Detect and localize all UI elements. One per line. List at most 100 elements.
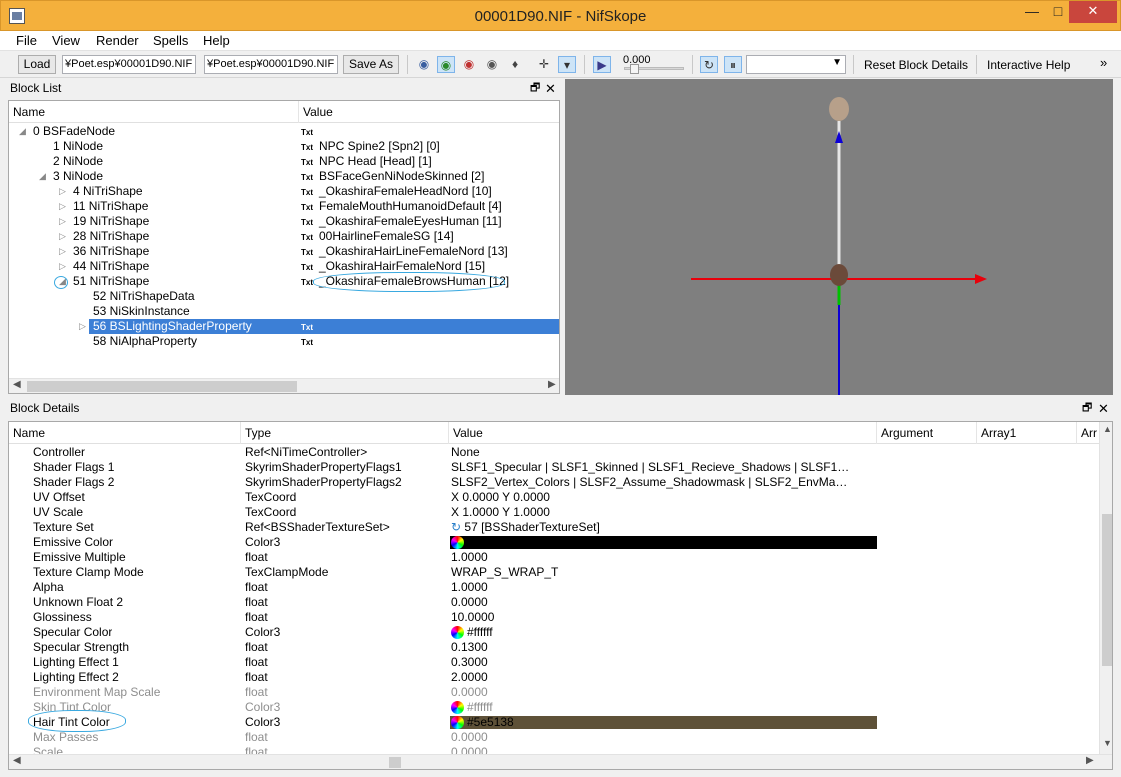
close-icon[interactable]: ✕ (1098, 399, 1109, 418)
detail-row[interactable]: Specular Strength float 0.1300 (9, 640, 1099, 655)
color-wheel-icon[interactable] (451, 536, 464, 549)
collapsed-arrow-icon[interactable]: ▷ (59, 214, 66, 229)
color-wheel-icon[interactable] (451, 716, 464, 729)
detail-value[interactable]: X 1.0000 Y 1.0000 (451, 505, 877, 520)
vertical-scrollbar[interactable]: ▲ ▼ (1099, 422, 1112, 754)
detail-row[interactable]: Skin Tint Color Color3 #ffffff (9, 700, 1099, 715)
detail-value[interactable]: 0.0000 (451, 595, 877, 610)
detail-row[interactable]: Texture Set Ref<BSShaderTextureSet> ↻ 57 [… (9, 520, 1099, 535)
interactive-help-button[interactable]: Interactive Help (987, 58, 1070, 72)
animation-select[interactable]: ▼ (746, 55, 846, 74)
scroll-left-icon[interactable]: ◀ (13, 755, 21, 766)
menu-help[interactable]: Help (203, 33, 230, 48)
detail-value[interactable]: 1.0000 (451, 550, 877, 565)
save-path-field[interactable]: ¥Poet.esp¥00001D90.NIF (204, 55, 338, 74)
detail-value[interactable] (451, 535, 877, 550)
horizontal-scrollbar[interactable]: ◀ ▶ (9, 754, 1112, 769)
tree-row[interactable]: ▷ 28 NiTriShape Txt 00HairlineFemaleSG [14] (9, 229, 559, 244)
detail-value[interactable]: 10.0000 (451, 610, 877, 625)
eye-gray-icon[interactable]: ◉ (483, 56, 501, 73)
detail-value[interactable]: 1.0000 (451, 580, 877, 595)
scroll-left-icon[interactable]: ◀ (13, 379, 21, 390)
collapsed-arrow-icon[interactable]: ▷ (59, 199, 66, 214)
column-array1[interactable]: Array1 (977, 422, 1077, 444)
footprint-icon[interactable]: ♦ (506, 56, 524, 73)
collapsed-arrow-icon[interactable]: ▷ (59, 229, 66, 244)
detail-row[interactable]: Hair Tint Color Color3 #5e5138 (9, 715, 1099, 730)
tree-row[interactable]: ▷ 44 NiTriShape Txt _OkashiraHairFemaleNord… (9, 259, 559, 274)
eye-blue-icon[interactable]: ◉ (415, 56, 433, 73)
collapsed-arrow-icon[interactable]: ▷ (59, 244, 66, 259)
tree-row[interactable]: ▷ 56 BSLightingShaderProperty Txt (79, 319, 559, 334)
menu-file[interactable]: File (16, 33, 37, 48)
scrollbar-thumb[interactable] (27, 381, 297, 392)
scrollbar-thumb[interactable] (1102, 514, 1112, 666)
detail-value[interactable]: #5e5138 (451, 715, 877, 730)
column-argument[interactable]: Argument (877, 422, 977, 444)
scroll-down-icon[interactable]: ▼ (1103, 738, 1112, 748)
eye-green-icon[interactable]: ◉ (437, 56, 455, 73)
link-icon[interactable]: ↻ (451, 520, 464, 534)
tree-row[interactable]: 1 NiNode Txt NPC Spine2 [Spn2] [0] (9, 139, 559, 154)
dropdown-view-icon[interactable]: ▾ (558, 56, 576, 73)
close-icon[interactable]: ✕ (545, 79, 556, 98)
render-viewport[interactable] (565, 79, 1113, 395)
detail-row[interactable]: Max Passes float 0.0000 (9, 730, 1099, 745)
column-arr[interactable]: Arr (1077, 422, 1099, 444)
detail-value[interactable]: SLSF2_Vertex_Colors | SLSF2_Assume_Shado… (451, 475, 877, 490)
scroll-right-icon[interactable]: ▶ (548, 379, 556, 390)
menu-spells[interactable]: Spells (153, 33, 188, 48)
detail-row[interactable]: Texture Clamp Mode TexClampMode WRAP_S_WRA… (9, 565, 1099, 580)
color-wheel-icon[interactable] (451, 701, 464, 714)
detail-row[interactable]: Environment Map Scale float 0.0000 (9, 685, 1099, 700)
column-name[interactable]: Name (9, 101, 299, 123)
toolbar-more-button[interactable]: » (1100, 55, 1107, 70)
tree-row[interactable]: ▷ 11 NiTriShape Txt FemaleMouthHumanoidDefa… (9, 199, 559, 214)
menu-render[interactable]: Render (96, 33, 139, 48)
loop-icon[interactable]: ↻ (700, 56, 718, 73)
detail-row[interactable]: Glossiness float 10.0000 (9, 610, 1099, 625)
maximize-button[interactable]: □ (1045, 1, 1071, 23)
menu-view[interactable]: View (52, 33, 80, 48)
scroll-up-icon[interactable]: ▲ (1103, 424, 1112, 434)
tree-row[interactable]: 53 NiSkinInstance (9, 304, 559, 319)
minimize-button[interactable]: — (1019, 1, 1045, 23)
tree-row[interactable]: ▷ 4 NiTriShape Txt _OkashiraFemaleHeadNord … (9, 184, 559, 199)
column-value[interactable]: Value (299, 101, 559, 123)
save-as-button[interactable]: Save As (343, 55, 399, 74)
detail-row[interactable]: Alpha float 1.0000 (9, 580, 1099, 595)
detail-row[interactable]: Shader Flags 2 SkyrimShaderPropertyFlags2… (9, 475, 1099, 490)
detail-row[interactable]: Specular Color Color3 #ffffff (9, 625, 1099, 640)
detail-row[interactable]: Lighting Effect 2 float 2.0000 (9, 670, 1099, 685)
tree-row[interactable]: 58 NiAlphaProperty Txt (9, 334, 559, 349)
eye-red-icon[interactable]: ◉ (460, 56, 478, 73)
tree-row[interactable]: 2 NiNode Txt NPC Head [Head] [1] (9, 154, 559, 169)
column-name[interactable]: Name (9, 422, 241, 444)
column-value[interactable]: Value (449, 422, 877, 444)
load-path-field[interactable]: ¥Poet.esp¥00001D90.NIF (62, 55, 196, 74)
detail-row[interactable]: UV Offset TexCoord X 0.0000 Y 0.0000 (9, 490, 1099, 505)
detail-value[interactable]: 0.3000 (451, 655, 877, 670)
detail-value[interactable]: 0.0000 (451, 685, 877, 700)
float-icon[interactable]: 🗗 (530, 79, 540, 98)
switch-icon[interactable]: ⏸ (724, 56, 742, 73)
float-icon[interactable]: 🗗 (1082, 399, 1092, 418)
tree-row[interactable]: ▷ 36 NiTriShape Txt _OkashiraHairLineFemale… (9, 244, 559, 259)
detail-row[interactable]: Unknown Float 2 float 0.0000 (9, 595, 1099, 610)
detail-value[interactable]: SLSF1_Specular | SLSF1_Skinned | SLSF1_R… (451, 460, 877, 475)
close-button[interactable]: ✕ (1069, 1, 1117, 23)
detail-value[interactable]: None (451, 445, 877, 460)
detail-value[interactable]: WRAP_S_WRAP_T (451, 565, 877, 580)
detail-row[interactable]: Controller Ref<NiTimeController> None (9, 445, 1099, 460)
color-wheel-icon[interactable] (451, 626, 464, 639)
detail-row[interactable]: UV Scale TexCoord X 1.0000 Y 1.0000 (9, 505, 1099, 520)
collapsed-arrow-icon[interactable]: ▷ (79, 319, 86, 334)
detail-row[interactable]: Shader Flags 1 SkyrimShaderPropertyFlags1… (9, 460, 1099, 475)
reset-block-details-button[interactable]: Reset Block Details (864, 58, 968, 72)
column-type[interactable]: Type (241, 422, 449, 444)
detail-value[interactable]: #ffffff (451, 700, 877, 715)
detail-value[interactable]: 0.0000 (451, 730, 877, 745)
detail-value[interactable]: ↻ 57 [BSShaderTextureSet] (451, 520, 877, 535)
scrollbar-thumb[interactable] (389, 757, 401, 768)
tree-row[interactable]: ◢ 0 BSFadeNode Txt (9, 124, 559, 139)
